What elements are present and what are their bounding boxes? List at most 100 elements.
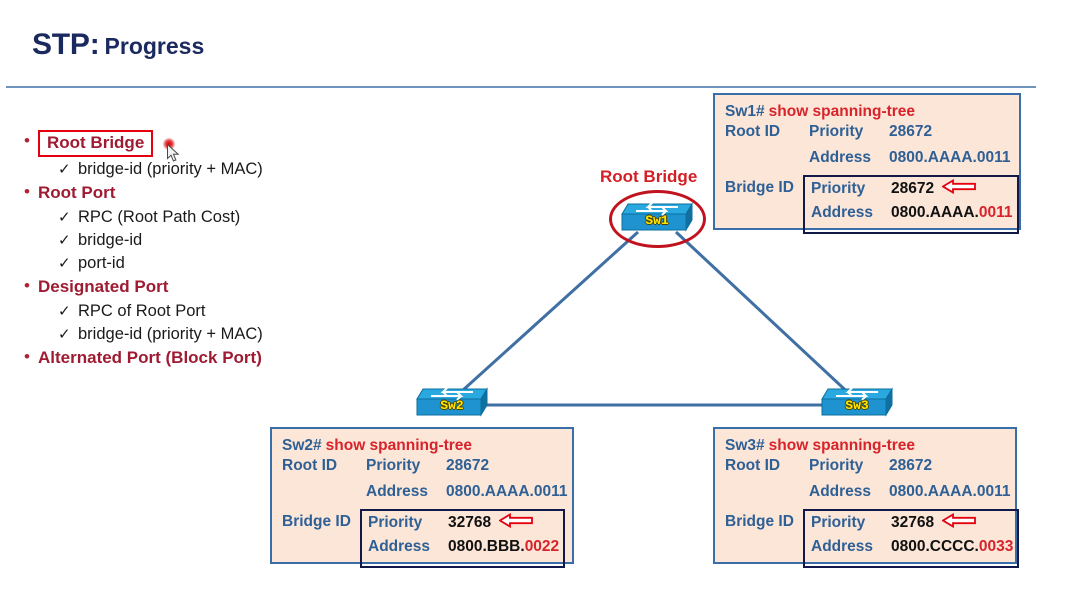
priority-label: Priority: [809, 123, 864, 140]
bridge-address-value: 0800.AAAA.0011: [891, 204, 1013, 221]
sub-item-label: bridge-id (priority + MAC): [78, 325, 263, 343]
bullet-dot-icon: •: [24, 131, 30, 150]
root-id-label: Root ID: [725, 457, 781, 474]
bridge-priority-row: Priority 28672: [805, 178, 1013, 204]
bridge-address-value: 0800.CCCC.0033: [891, 538, 1014, 555]
bullet-dot-icon: •: [24, 347, 30, 366]
root-address-value: 0800.AAAA.0011: [446, 483, 568, 500]
list-item-label: Root Port: [38, 183, 116, 202]
switch-label: Sw1: [645, 213, 669, 228]
check-icon: ✓: [58, 255, 71, 272]
priority-label: Priority: [366, 457, 421, 474]
link-sw1-sw3: [674, 230, 858, 402]
panel-sw1-output: Sw1# show spanning-tree Root ID Priority …: [713, 93, 1021, 234]
sub-item-label: bridge-id: [78, 231, 143, 249]
root-address-value: 0800.AAAA.0011: [889, 149, 1011, 166]
bridge-priority-row: Priority 32768: [362, 512, 559, 538]
address-label: Address: [368, 538, 431, 555]
priority-label: Priority: [811, 514, 866, 531]
sub-item-label: port-id: [78, 254, 125, 272]
bridge-id-highlight-box: Priority 28672 Address 0800.AAAA.0011: [803, 175, 1019, 234]
root-id-address-row: Address 0800.AAAA.0011: [725, 149, 1011, 175]
priority-label: Priority: [811, 180, 866, 197]
cli-hostname: Sw3#: [725, 437, 765, 454]
left-arrow-icon: [498, 512, 534, 533]
list-item-designated-port: • Designated Port: [16, 275, 446, 299]
concept-list: • Root Bridge ✓ bridge-id (priority + MA…: [16, 130, 446, 371]
root-id-priority-row: Root ID Priority 28672: [282, 457, 562, 483]
slide-canvas: STP: Progress • Root Bridge ✓ bridge-id (…: [0, 0, 1076, 604]
bridge-id-highlight-box: Priority 32768 Address 0800.CCCC.0033: [803, 509, 1020, 568]
root-id-label: Root ID: [282, 457, 338, 474]
bridge-priority-value: 32768: [891, 514, 935, 531]
check-icon: ✓: [58, 303, 71, 320]
left-arrow-icon: [941, 178, 977, 199]
bridge-id-block: Bridge ID Priority 32768 Address 0800.CC…: [725, 509, 1020, 568]
root-id-address-row: Address 0800.AAAA.0011: [725, 483, 1011, 509]
switch-node-sw1[interactable]: Sw1: [618, 198, 696, 236]
cli-hostname: Sw2#: [282, 437, 322, 454]
bridge-address-row: Address 0800.AAAA.0011: [805, 204, 1013, 230]
bridge-priority-value: 32768: [448, 514, 492, 531]
panel-sw2-output: Sw2# show spanning-tree Root ID Priority …: [270, 427, 574, 568]
check-icon: ✓: [58, 209, 71, 226]
mouse-cursor-icon: [163, 138, 185, 164]
check-icon: ✓: [58, 161, 71, 178]
switch-node-sw3[interactable]: Sw3: [818, 383, 896, 421]
cli-hostname: Sw1#: [725, 103, 765, 120]
address-label: Address: [366, 483, 429, 500]
root-bridge-callout-label: Root Bridge: [600, 167, 698, 186]
sub-item-label: RPC (Root Path Cost): [78, 208, 241, 226]
list-item-label: Designated Port: [38, 277, 169, 296]
page-title: STP: Progress: [32, 28, 204, 62]
bridge-id-label: Bridge ID: [282, 513, 351, 530]
bridge-id-highlight-box: Priority 32768 Address 0800.BBB.0022: [360, 509, 566, 568]
title-main: STP:: [32, 28, 100, 61]
switch-node-sw2[interactable]: Sw2: [413, 383, 491, 421]
bridge-priority-value: 28672: [891, 180, 935, 197]
cli-prompt-line: Sw3# show spanning-tree: [725, 437, 1005, 455]
bridge-id-block: Bridge ID Priority 32768 Address 0800.BB…: [282, 509, 566, 568]
root-priority-value: 28672: [889, 457, 933, 474]
root-priority-value: 28672: [446, 457, 490, 474]
root-id-priority-row: Root ID Priority 28672: [725, 457, 1005, 483]
cli-command: show spanning-tree: [768, 103, 916, 120]
bridge-address-row: Address 0800.CCCC.0033: [805, 538, 1013, 564]
sub-item: ✓ RPC (Root Path Cost): [58, 206, 446, 229]
header-divider-highlight: [6, 86, 1036, 88]
bridge-id-block: Bridge ID Priority 28672 Address 0800.AA…: [725, 175, 1019, 234]
address-label: Address: [811, 204, 874, 221]
address-label: Address: [811, 538, 874, 555]
cli-prompt-line: Sw2# show spanning-tree: [282, 437, 562, 455]
bridge-id-label: Bridge ID: [725, 513, 794, 530]
link-sw1-sw2: [450, 230, 640, 402]
sub-item: ✓ bridge-id (priority + MAC): [58, 158, 446, 181]
address-label: Address: [809, 483, 872, 500]
sub-item: ✓ bridge-id (priority + MAC): [58, 323, 446, 346]
cli-command: show spanning-tree: [325, 437, 473, 454]
sub-item: ✓ bridge-id: [58, 229, 446, 252]
bridge-address-row: Address 0800.BBB.0022: [362, 538, 559, 564]
list-item-alternated-port: • Alternated Port (Block Port): [16, 346, 446, 370]
address-label: Address: [809, 149, 872, 166]
panel-sw3-output: Sw3# show spanning-tree Root ID Priority …: [713, 427, 1020, 568]
cli-prompt-line: Sw1# show spanning-tree: [725, 103, 1009, 121]
list-item-label: Root Bridge: [38, 130, 154, 157]
bridge-id-label: Bridge ID: [725, 179, 794, 196]
left-arrow-icon: [941, 512, 977, 533]
bullet-dot-icon: •: [24, 182, 30, 201]
bridge-priority-row: Priority 32768: [805, 512, 1013, 538]
sub-item-label: RPC of Root Port: [78, 302, 206, 320]
switch-label: Sw3: [845, 398, 869, 413]
title-subtitle: Progress: [104, 33, 205, 59]
root-id-label: Root ID: [725, 123, 781, 140]
sub-item: ✓ RPC of Root Port: [58, 300, 446, 323]
switch-label: Sw2: [440, 398, 464, 413]
list-item-root-port: • Root Port: [16, 181, 446, 205]
root-id-priority-row: Root ID Priority 28672: [725, 123, 1009, 149]
bullet-dot-icon: •: [24, 276, 30, 295]
root-address-value: 0800.AAAA.0011: [889, 483, 1011, 500]
priority-label: Priority: [809, 457, 864, 474]
sub-item: ✓ port-id: [58, 252, 446, 275]
bridge-address-value: 0800.BBB.0022: [448, 538, 560, 555]
